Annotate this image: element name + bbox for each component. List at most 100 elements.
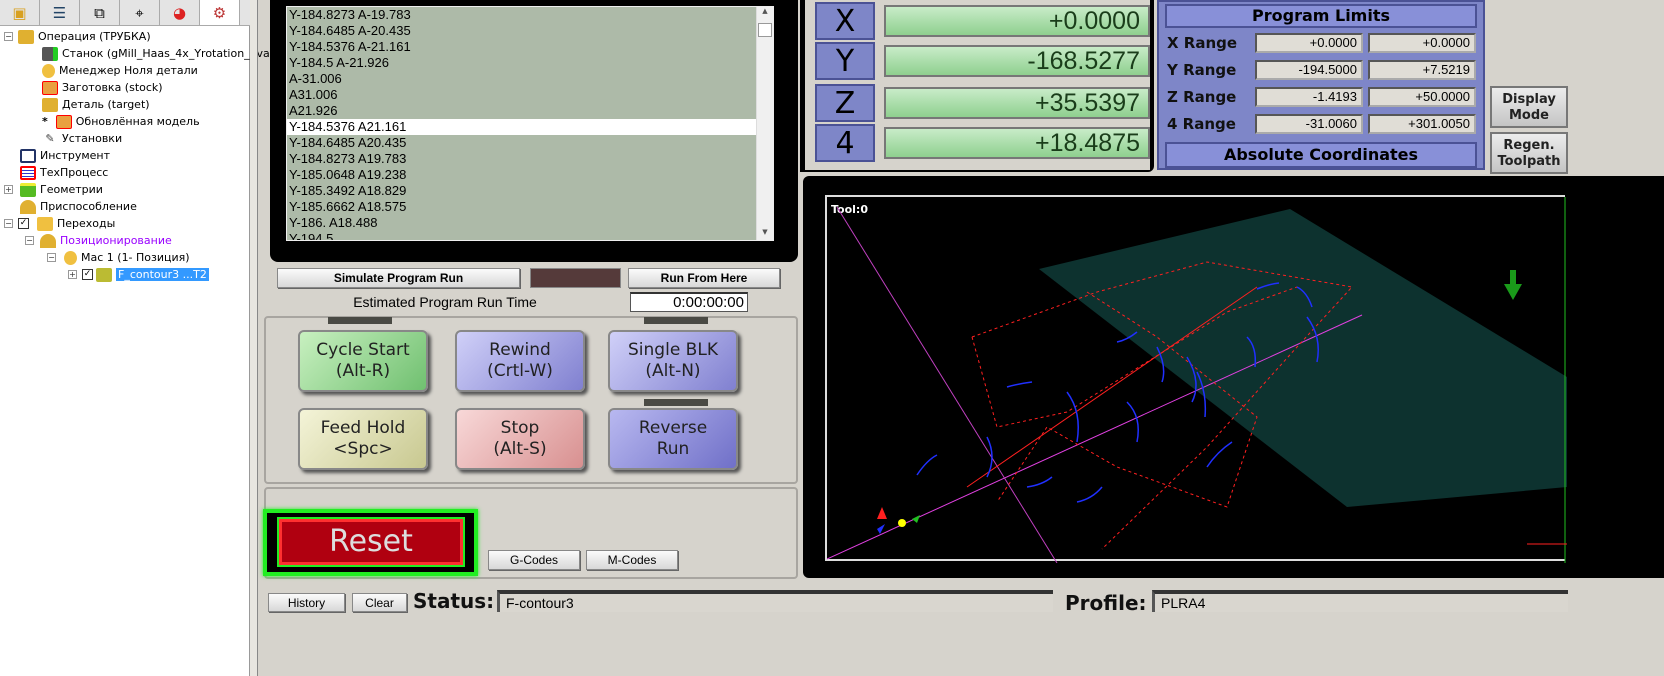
- tree-tab-bar: ▣ ☰ ⧉ ⌖ ◕ ⚙: [0, 0, 250, 26]
- gcode-line[interactable]: Y-184.6485 A-20.435: [287, 23, 757, 39]
- collapse-toggle[interactable]: −: [4, 219, 13, 228]
- gcode-line[interactable]: Y-184.8273 A19.783: [287, 151, 757, 167]
- axis-value-x[interactable]: +0.0000: [884, 5, 1150, 37]
- tab-part[interactable]: ▣: [0, 0, 40, 25]
- gcode-line[interactable]: A-31.006: [287, 71, 757, 87]
- button-shortcut: (Alt-R): [335, 361, 391, 381]
- part-cube-icon: ▣: [12, 3, 27, 22]
- feed-hold-button[interactable]: Feed Hold <Spc>: [298, 408, 428, 470]
- gcode-line[interactable]: Y-184.5376 A-21.161: [287, 39, 757, 55]
- tab-tree[interactable]: ⧉: [80, 0, 120, 25]
- button-shortcut: (Crtl-W): [487, 361, 553, 381]
- button-shortcut: (Alt-N): [645, 361, 701, 381]
- panel-splitter[interactable]: [250, 0, 258, 676]
- axis-value-y[interactable]: -168.5277: [884, 45, 1150, 77]
- scroll-down-icon[interactable]: ▼: [757, 228, 773, 240]
- checkbox-checked[interactable]: ✓: [82, 269, 93, 280]
- simulate-program-run-button[interactable]: Simulate Program Run: [277, 268, 520, 288]
- gcode-list[interactable]: Y-184.8273 A-19.783 Y-184.6485 A-20.435 Y-…: [286, 6, 774, 241]
- tree-item-updated-model[interactable]: * Обновлённая модель: [42, 113, 200, 130]
- zero-point-icon: [64, 250, 77, 265]
- tree-item-mac1[interactable]: Мас 1 (1- Позиция): [64, 249, 190, 266]
- gcode-line[interactable]: Y-185.6662 A18.575: [287, 199, 757, 215]
- estimated-run-time-label: Estimated Program Run Time: [353, 294, 537, 310]
- button-label: Single BLK: [628, 340, 718, 360]
- gcode-line[interactable]: Y-184.8273 A-19.783: [287, 7, 757, 23]
- tab-machine[interactable]: ⚙: [200, 0, 240, 25]
- expand-toggle[interactable]: +: [4, 185, 13, 194]
- display-mode-button[interactable]: Display Mode: [1490, 86, 1568, 128]
- collapse-toggle[interactable]: −: [25, 236, 34, 245]
- tree-item-stock[interactable]: Заготовка (stock): [42, 79, 163, 96]
- run-from-here-button[interactable]: Run From Here: [628, 268, 780, 288]
- fixture-icon: [20, 199, 36, 214]
- tree-item-zero-manager[interactable]: Менеджер Ноля детали: [42, 62, 198, 79]
- collapse-toggle[interactable]: −: [47, 253, 56, 262]
- status-label: Status:: [413, 589, 495, 613]
- gcode-line[interactable]: Y-184.5376 A21.161: [287, 119, 757, 135]
- gcode-line[interactable]: Y-184.6485 A20.435: [287, 135, 757, 151]
- range-min-value: -1.4193: [1255, 87, 1363, 107]
- reverse-run-button[interactable]: Reverse Run: [608, 408, 738, 470]
- g-codes-button[interactable]: G-Codes: [488, 550, 580, 570]
- axis-label-z[interactable]: Z: [815, 84, 875, 122]
- tree-item-tools[interactable]: Инструмент: [20, 147, 110, 164]
- axis-line-magenta-2: [836, 206, 1058, 563]
- tree-item-fixture[interactable]: Приспособление: [20, 198, 137, 215]
- rewind-button[interactable]: Rewind (Crtl-W): [455, 330, 585, 392]
- tree-item-positioning[interactable]: Позиционирование: [40, 232, 172, 249]
- tree-item-transitions[interactable]: ✓ Переходы: [18, 215, 115, 232]
- single-block-button[interactable]: Single BLK (Alt-N): [608, 330, 738, 392]
- gcode-line[interactable]: Y-185.0648 A19.238: [287, 167, 757, 183]
- range-max-value: +0.0000: [1368, 33, 1476, 53]
- tab-list[interactable]: ☰: [40, 0, 80, 25]
- scroll-thumb[interactable]: [758, 23, 772, 37]
- regen-toolpath-button[interactable]: Regen. Toolpath: [1490, 132, 1568, 174]
- axis-label-x[interactable]: X: [815, 2, 875, 40]
- collapse-toggle[interactable]: −: [4, 32, 13, 41]
- tree-item-f-contour3[interactable]: ✓ F_contour3 ...T2: [82, 266, 209, 283]
- tree-item-target[interactable]: Деталь (target): [42, 96, 150, 113]
- cycle-start-button[interactable]: Cycle Start (Alt-R): [298, 330, 428, 392]
- reset-button[interactable]: Reset: [277, 517, 465, 567]
- tree-item-machine[interactable]: Станок (gMill_Haas_4x_Yrotation_eval): [42, 45, 277, 62]
- axis-label-4[interactable]: 4: [815, 124, 875, 162]
- button-label: Reverse: [638, 418, 708, 438]
- tree-label: ТехПроцесс: [40, 166, 109, 179]
- toolpath-viewport[interactable]: Tool:0: [825, 195, 1567, 563]
- button-shortcut: Run: [656, 439, 690, 459]
- m-codes-button[interactable]: M-Codes: [586, 550, 678, 570]
- tree-item-techprocess[interactable]: ТехПроцесс: [20, 164, 108, 181]
- tree-item-settings[interactable]: ✎ Установки: [42, 130, 122, 147]
- tab-colors[interactable]: ◕: [160, 0, 200, 25]
- gcode-line[interactable]: Y-185.3492 A18.829: [287, 183, 757, 199]
- contour-op-icon: [96, 267, 112, 282]
- gcode-line[interactable]: Y-194.5: [287, 231, 757, 240]
- axis-value-z[interactable]: +35.5397: [884, 87, 1150, 119]
- gcode-line[interactable]: Y-186. A18.488: [287, 215, 757, 231]
- checkbox-checked[interactable]: ✓: [18, 218, 29, 229]
- scroll-up-icon[interactable]: ▲: [757, 7, 773, 19]
- axis-value-4[interactable]: +18.4875: [884, 127, 1150, 159]
- button-label: Cycle Start: [316, 340, 410, 360]
- gcode-scrollbar[interactable]: ▲ ▼: [756, 7, 773, 240]
- gcode-line[interactable]: Y-184.5 A-21.926: [287, 55, 757, 71]
- gcode-line[interactable]: A21.926: [287, 103, 757, 119]
- history-button[interactable]: History: [268, 593, 345, 612]
- toolpath-drawing: [827, 197, 1567, 563]
- clear-button[interactable]: Clear: [352, 593, 407, 612]
- stop-button[interactable]: Stop (Alt-S): [455, 408, 585, 470]
- axis-label-y[interactable]: Y: [815, 42, 875, 80]
- expand-toggle[interactable]: +: [68, 270, 77, 279]
- gcode-line[interactable]: A31.006: [287, 87, 757, 103]
- tree-label: Операция (ТРУБКА): [38, 30, 151, 43]
- simulation-indicator: [530, 268, 621, 288]
- machine-icon: ⚙: [212, 3, 227, 22]
- tree-label: Менеджер Ноля детали: [59, 64, 198, 77]
- tab-crosshair[interactable]: ⌖: [120, 0, 160, 25]
- program-limits-panel: Program Limits X Range +0.0000 +0.0000 Y Ra…: [1157, 0, 1485, 170]
- estimated-run-time-value: 0:00:00:00: [630, 292, 748, 312]
- tree-item-operation[interactable]: Операция (ТРУБКА): [18, 28, 151, 45]
- button-shortcut: (Alt-S): [493, 439, 547, 459]
- tree-item-geometries[interactable]: Геометрии: [20, 181, 103, 198]
